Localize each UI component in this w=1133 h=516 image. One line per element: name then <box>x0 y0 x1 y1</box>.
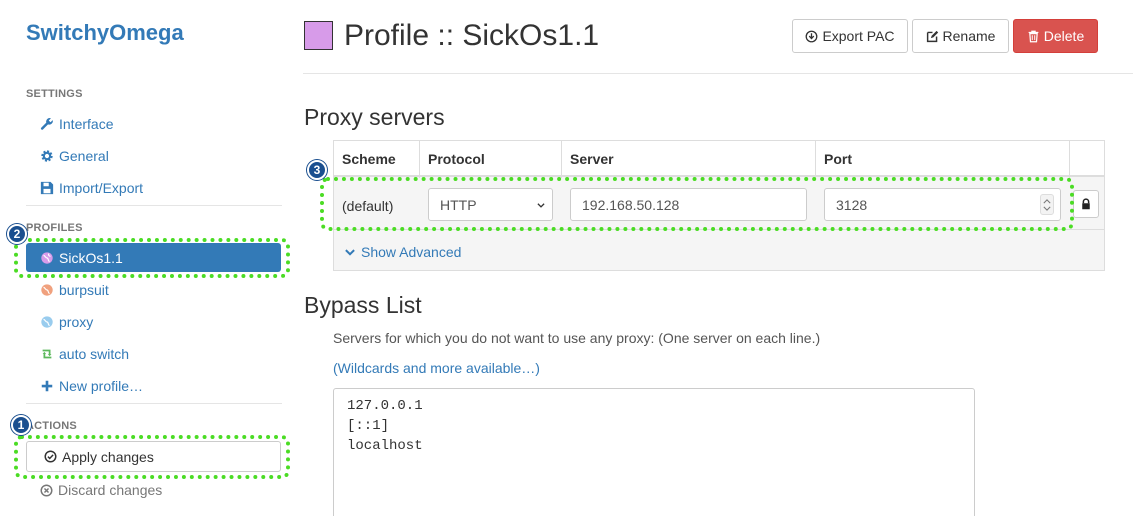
step-badge-2: 2 <box>7 224 27 244</box>
sidebar-divider <box>26 205 282 206</box>
nav-general[interactable]: General <box>40 148 109 164</box>
trash-icon <box>1028 30 1039 42</box>
new-profile-link[interactable]: New profile… <box>40 378 143 394</box>
brand-title: SwitchyOmega <box>26 20 184 45</box>
highlight-profile <box>14 238 290 278</box>
globe-icon <box>41 284 53 296</box>
close-circle-icon <box>40 483 53 497</box>
sidebar-divider <box>26 403 282 404</box>
wildcards-link[interactable]: (Wildcards and more available…) <box>333 360 540 376</box>
column-header-scheme: Scheme <box>342 151 396 167</box>
page-title: Profile :: SickOs1.1 <box>344 19 600 52</box>
export-pac-button[interactable]: Export PAC <box>792 19 908 53</box>
profile-auto-switch[interactable]: auto switch <box>40 346 129 362</box>
profile-burpsuit[interactable]: burpsuit <box>40 282 109 298</box>
profile-proxy-label: proxy <box>59 314 94 330</box>
highlight-proxy-row <box>320 177 1074 231</box>
gear-icon <box>41 150 53 162</box>
profiles-header: PROFILES <box>26 222 83 234</box>
show-advanced-link[interactable]: Show Advanced <box>344 244 461 260</box>
retweet-icon <box>42 349 52 359</box>
nav-import-export-label: Import/Export <box>59 180 144 196</box>
chevron-down-icon <box>345 249 355 256</box>
bypass-list-title: Bypass List <box>304 292 422 318</box>
header-divider <box>303 73 1133 74</box>
profile-color-swatch <box>304 21 333 50</box>
lock-button[interactable] <box>1073 190 1099 218</box>
new-profile-label: New profile… <box>59 378 144 394</box>
delete-label: Delete <box>1043 28 1085 44</box>
nav-import-export[interactable]: Import/Export <box>40 180 143 196</box>
lock-icon <box>1082 198 1090 210</box>
plus-icon <box>41 380 53 392</box>
download-icon <box>806 30 818 42</box>
nav-interface[interactable]: Interface <box>40 116 113 132</box>
show-advanced-label: Show Advanced <box>361 244 462 260</box>
step-badge-3: 3 <box>307 160 327 180</box>
nav-general-label: General <box>59 148 109 164</box>
bypass-help-text: Servers for which you do not want to use… <box>333 330 821 346</box>
rename-label: Rename <box>942 28 996 44</box>
profile-auto-switch-label: auto switch <box>59 346 130 362</box>
nav-interface-label: Interface <box>59 116 114 132</box>
profile-burpsuit-label: burpsuit <box>59 282 109 298</box>
wrench-icon <box>40 118 53 130</box>
profile-proxy[interactable]: proxy <box>40 314 93 330</box>
discard-changes-link[interactable]: Discard changes <box>40 482 162 498</box>
column-header-port: Port <box>824 151 852 167</box>
globe-icon <box>41 316 53 328</box>
bypass-list-textarea[interactable]: 127.0.0.1 [::1] localhost <box>333 388 975 516</box>
proxy-servers-title: Proxy servers <box>304 104 445 130</box>
rename-button[interactable]: Rename <box>912 19 1009 53</box>
actions-header: ACTIONS <box>26 420 77 432</box>
discard-changes-label: Discard changes <box>58 482 163 498</box>
table-header-row: Scheme Protocol Server Port <box>334 141 1104 177</box>
settings-header: SETTINGS <box>26 88 83 100</box>
step-badge-1: 1 <box>11 415 31 435</box>
highlight-apply <box>14 435 290 479</box>
delete-button[interactable]: Delete <box>1013 19 1098 53</box>
column-header-protocol: Protocol <box>428 151 485 167</box>
column-header-server: Server <box>570 151 614 167</box>
edit-icon <box>926 30 938 42</box>
floppy-icon <box>40 181 54 195</box>
export-pac-label: Export PAC <box>822 28 895 44</box>
